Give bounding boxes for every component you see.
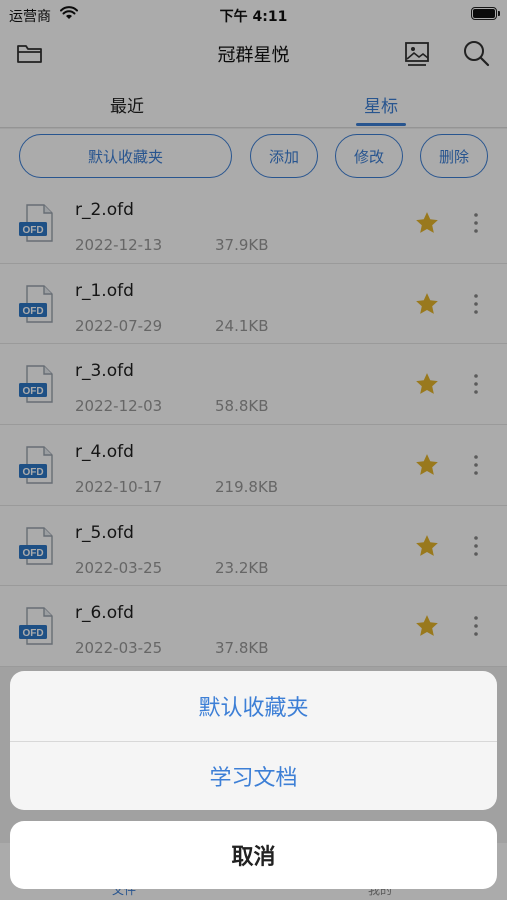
action-default-folder[interactable]: 默认收藏夹 [10,671,497,741]
cancel-button[interactable]: 取消 [10,821,497,889]
action-study-docs[interactable]: 学习文档 [10,740,497,811]
action-sheet: 默认收藏夹 学习文档 [10,671,497,810]
